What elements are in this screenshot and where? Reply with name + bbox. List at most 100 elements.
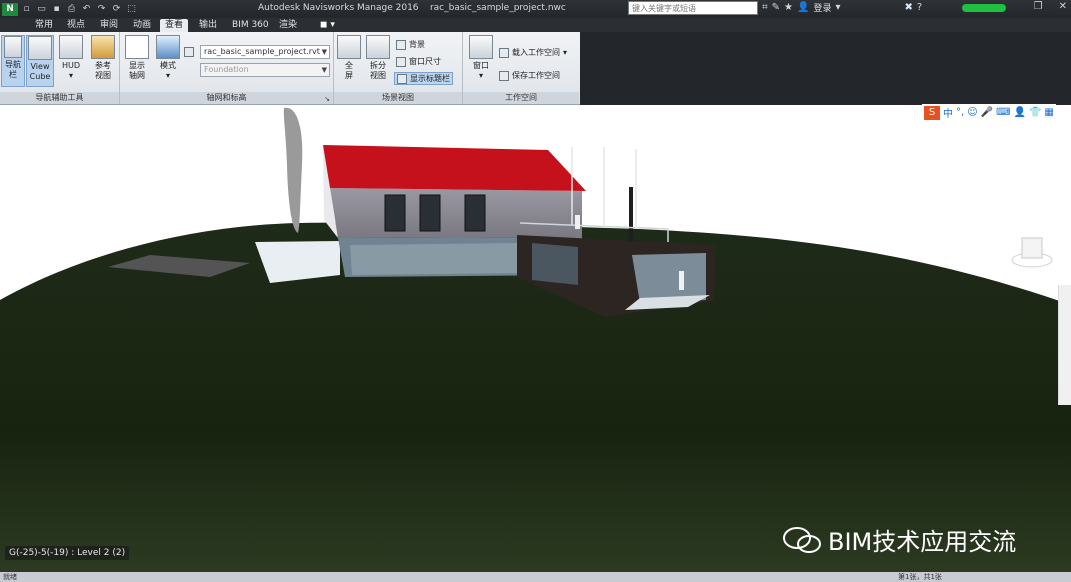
scene-render [0,107,1071,572]
grid-file-select[interactable]: rac_basic_sample_project.rvt ▼ [200,45,330,59]
house-roof [323,145,586,191]
tab-home[interactable]: 常用 [35,19,53,32]
navbar-icon [4,36,22,58]
reference-view-icon [91,35,115,59]
status-text: 就绪 [3,573,17,581]
select-icon[interactable]: ⬚ [125,3,138,16]
window-label: 窗口 [473,61,489,70]
fullscreen-button[interactable]: 全 屏 [336,35,362,87]
ime-logo-icon[interactable]: S [924,105,940,120]
annex-window [532,243,578,285]
login-link[interactable]: 登录 [813,1,831,14]
window-size-button[interactable]: 窗口尺寸 [396,56,441,67]
keyboard-icon[interactable]: ⌨ [996,107,1010,118]
page-indicator: 第1张，共1张 [898,573,942,581]
skin-icon[interactable]: 👕 [1029,107,1041,118]
grid-icon[interactable]: ▦ [1044,107,1053,118]
app-menu-button[interactable]: N [2,2,18,16]
window [464,194,486,232]
viewcube-toggle-button[interactable]: View Cube [26,35,54,87]
navigation-bar[interactable] [1058,285,1071,405]
show-title-bar-toggle[interactable]: 显示标题栏 [394,72,453,85]
save-workspace-button[interactable]: 保存工作空间 [499,70,560,81]
user-icon[interactable]: 👤 [797,2,809,13]
open-icon[interactable]: ▭ [35,3,48,16]
group-title-scene: 场景视图 [334,92,462,104]
restore-icon[interactable]: ❐ [1034,1,1043,12]
fullscreen-icon [337,35,361,59]
tab-viewpoint[interactable]: 视点 [67,19,85,32]
redo-icon[interactable]: ↷ [95,3,108,16]
chevron-down-icon: ▼ [321,66,327,74]
window [419,194,441,232]
hud-label: HUD [61,61,81,70]
comm-center-icon[interactable]: ✎ [772,2,780,13]
link-icon [184,47,194,57]
ribbon-panel: 导航 栏 View Cube HUD ▾ 参考 视图 导航辅助工具 显示 轴网 … [0,32,580,105]
emoji-icon[interactable]: ☺ [967,107,977,118]
show-title-label: 显示标题栏 [410,74,450,83]
print-icon[interactable]: ⎙ [65,3,78,16]
reference-view-button[interactable]: 参考 视图 [88,35,118,87]
ribbon-empty-area [580,32,1071,105]
split-view-label: 拆分 视图 [370,61,386,80]
tab-extra-dropdown-icon[interactable]: ◼ ▾ [320,19,335,32]
glass-reflection [350,243,520,275]
grid-mode-button[interactable]: 模式 ▾ [154,35,182,87]
navbar-label: 导航 栏 [5,60,21,79]
viewcube-icon [1011,237,1053,268]
tab-animation[interactable]: 动画 [133,19,151,32]
help-icon[interactable]: ? [917,2,922,13]
chevron-down-icon: ▾ [563,48,568,57]
annex-glass [632,253,706,303]
window-menu-button[interactable]: 窗口 ▾ [466,35,496,87]
background-button[interactable]: 背景 [396,39,425,50]
punctuation-icon[interactable]: °, [956,107,964,118]
ime-mode[interactable]: 中 [943,105,953,120]
load-workspace-button[interactable]: 载入工作空间 ▾ [499,47,567,58]
window-title: Autodesk Navisworks Manage 2016 rac_basi… [258,3,566,13]
binoculars-icon[interactable]: ⌗ [762,2,768,13]
exchange-icon[interactable]: ✖ [905,2,913,13]
chimney [629,187,633,242]
viewcube-widget[interactable] [1010,230,1054,270]
group-scene-view: 全 屏 拆分 视图 背景 窗口尺寸 显示标题栏 场景视图 [334,32,463,104]
navbar-toggle-button[interactable]: 导航 栏 [1,35,25,87]
close-icon[interactable]: ✕ [1059,1,1067,12]
tab-review[interactable]: 审阅 [100,19,118,32]
star-icon[interactable]: ★ [784,2,793,13]
dialog-launcher-icon[interactable]: ↘ [324,95,330,103]
grid-file-value: rac_basic_sample_project.rvt [204,47,320,56]
save-workspace-label: 保存工作空间 [512,71,560,80]
group-grids-levels: 显示 轴网 模式 ▾ rac_basic_sample_project.rvt … [120,32,334,104]
split-view-button[interactable]: 拆分 视图 [364,35,392,87]
refresh-icon[interactable]: ⟳ [110,3,123,16]
show-grid-button[interactable]: 显示 轴网 [123,35,151,87]
group-title-grids: 轴网和标高 [120,92,333,104]
level-value: Foundation [204,65,249,74]
fullscreen-label: 全 屏 [345,61,353,80]
tab-bim360[interactable]: BIM 360 [232,19,269,32]
file-name: rac_basic_sample_project.nwc [429,3,566,13]
mic-icon[interactable]: 🎤 [981,107,993,118]
scene-viewport[interactable] [0,105,1071,572]
tab-render[interactable]: 渲染 [279,19,297,32]
tree-shadow [283,107,303,233]
tab-view[interactable]: 查看 [160,19,189,32]
new-icon[interactable]: ▫ [20,3,33,16]
undo-icon[interactable]: ↶ [80,3,93,16]
user-icon[interactable]: 👤 [1014,107,1026,118]
load-workspace-icon [499,47,509,58]
window-size-icon [396,56,406,67]
group-workspace: 窗口 ▾ 载入工作空间 ▾ 保存工作空间 工作空间 [463,32,579,104]
level-select[interactable]: Foundation ▼ [200,63,330,77]
app-name: Autodesk Navisworks Manage 2016 [258,3,419,13]
save-icon[interactable]: ▪ [50,3,63,16]
grid-mode-label: 模式 [160,61,176,70]
hud-button[interactable]: HUD ▾ [57,35,85,87]
tab-output[interactable]: 输出 [199,19,217,32]
dropdown-icon[interactable]: ▾ [835,2,840,13]
status-bar: 就绪 第1张，共1张 [0,572,1071,582]
watermark-text: BIM技术应用交流 [828,528,1017,556]
search-input[interactable] [628,1,758,15]
